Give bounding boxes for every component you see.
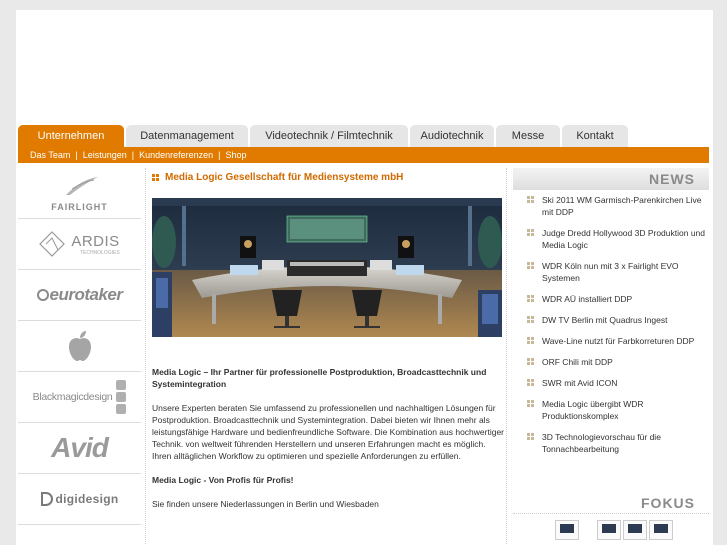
news-item[interactable]: WDR Köln nun mit 3 x Fairlight EVO Syste… [513, 260, 709, 284]
digidesign-d-icon [40, 492, 53, 506]
fairlight-logo[interactable]: FAIRLIGHT [18, 168, 141, 219]
tab-unternehmen[interactable]: Unternehmen [18, 125, 124, 147]
news-panel: NEWS Ski 2011 WM Garmisch-Parenkirchen L… [513, 168, 709, 464]
intro-body: Unsere Experten beraten Sie umfassend zu… [152, 403, 505, 461]
tab-messe[interactable]: Messe [496, 125, 560, 147]
fokus-thumbnail[interactable] [597, 520, 621, 540]
bullet-icon [527, 262, 534, 269]
page-title-text: Media Logic Gesellschaft für Mediensyste… [165, 172, 404, 183]
tab-audiotechnik[interactable]: Audiotechnik [410, 125, 494, 147]
news-item-label: WDR AÜ installiert DDP [542, 294, 633, 304]
main-content: Media Logic Gesellschaft für Mediensyste… [152, 172, 504, 509]
page: Unternehmen Datenmanagement Videotechnik… [16, 10, 713, 545]
avid-text: Avid [51, 432, 109, 463]
tab-kontakt[interactable]: Kontakt [562, 125, 628, 147]
subnav-shop[interactable]: Shop [226, 147, 247, 163]
apple-icon [68, 331, 91, 361]
bullet-icon [527, 337, 534, 344]
news-item[interactable]: Ski 2011 WM Garmisch-Parenkirchen Live m… [513, 194, 709, 218]
avid-logo[interactable]: Avid [18, 423, 141, 474]
news-item-label: 3D Technologievorschau für die Tonnachbe… [542, 432, 661, 454]
digidesign-text: digidesign [55, 492, 119, 506]
subnav-kundenreferenzen[interactable]: Kundenreferenzen [139, 147, 213, 163]
fokus-thumbnail[interactable] [649, 520, 673, 540]
eurotaker-text: eurotaker [49, 285, 123, 304]
fokus-thumbnail-group [597, 520, 673, 540]
fairlight-swoosh-icon [65, 176, 98, 195]
slogan: Media Logic - Von Profis für Profis! [152, 475, 294, 485]
news-item-label: Media Logic übergibt WDR Produktionskomp… [542, 399, 644, 421]
blackmagic-logo[interactable]: Blackmagicdesign [18, 372, 141, 423]
fokus-thumbnail[interactable] [623, 520, 647, 540]
bullet-icon [152, 174, 159, 181]
digidesign-logo[interactable]: digidesign [18, 474, 141, 525]
main-nav: Unternehmen Datenmanagement Videotechnik… [18, 125, 630, 147]
fokus-thumbnail[interactable] [555, 520, 579, 540]
subnav-separator: | [75, 150, 78, 160]
fokus-panel: FOKUS [513, 492, 709, 540]
bullet-icon [527, 433, 534, 440]
news-item-label: SWR mit Avid ICON [542, 378, 618, 388]
ardis-diamond-icon [39, 231, 66, 257]
fokus-heading: FOKUS [513, 492, 709, 514]
bullet-icon [527, 229, 534, 236]
news-item-label: WDR Köln nun mit 3 x Fairlight EVO Syste… [542, 261, 679, 283]
bullet-icon [527, 295, 534, 302]
news-item[interactable]: WDR AÜ installiert DDP [513, 293, 709, 305]
news-item[interactable]: Judge Dredd Hollywood 3D Produktion und … [513, 227, 709, 251]
eurotaker-logo[interactable]: eurotaker [18, 270, 141, 321]
partner-logos: FAIRLIGHT ARDIS TECHNOLOGIES eurotaker B… [18, 168, 141, 525]
news-heading: NEWS [513, 168, 709, 190]
news-item[interactable]: Wave-Line nutzt für Farbkorreturen DDP [513, 335, 709, 347]
tab-datenmanagement[interactable]: Datenmanagement [126, 125, 248, 147]
blackmagic-text: Blackmagicdesign [32, 391, 113, 403]
eurotaker-circle-icon [36, 289, 49, 301]
ardis-subtext: TECHNOLOGIES [79, 249, 120, 256]
column-divider [145, 168, 146, 545]
subnav-separator: | [218, 150, 221, 160]
news-item-label: DW TV Berlin mit Quadrus Ingest [542, 315, 668, 325]
news-list: Ski 2011 WM Garmisch-Parenkirchen Live m… [513, 190, 709, 455]
fokus-thumbnails [513, 514, 709, 540]
column-divider [506, 168, 507, 545]
bullet-icon [527, 400, 534, 407]
apple-logo[interactable] [18, 321, 141, 372]
news-item[interactable]: DW TV Berlin mit Quadrus Ingest [513, 314, 709, 326]
sub-nav: Das Team | Leistungen | Kundenreferenzen… [18, 147, 709, 163]
tab-videotechnik[interactable]: Videotechnik / Filmtechnik [250, 125, 408, 147]
blackmagic-squares-icon [116, 380, 127, 414]
intro-heading: Media Logic – Ihr Partner für profession… [152, 367, 487, 389]
locations-text: Sie finden unsere Niederlassungen in Ber… [152, 499, 379, 509]
ardis-logo[interactable]: ARDIS TECHNOLOGIES [18, 219, 141, 270]
subnav-leistungen[interactable]: Leistungen [83, 147, 127, 163]
news-item-label: Judge Dredd Hollywood 3D Produktion und … [542, 228, 706, 250]
news-item[interactable]: ORF Chili mit DDP [513, 356, 709, 368]
news-item-label: Wave-Line nutzt für Farbkorreturen DDP [542, 336, 695, 346]
news-item[interactable]: Media Logic übergibt WDR Produktionskomp… [513, 398, 709, 422]
news-item-label: Ski 2011 WM Garmisch-Parenkirchen Live m… [542, 195, 702, 217]
bullet-icon [527, 358, 534, 365]
intro-text: Media Logic – Ihr Partner für profession… [152, 366, 504, 522]
ardis-text: ARDIS [71, 232, 120, 250]
studio-image [152, 198, 502, 337]
subnav-das-team[interactable]: Das Team [30, 147, 70, 163]
subnav-separator: | [131, 150, 135, 160]
bullet-icon [527, 379, 534, 386]
bullet-icon [527, 316, 534, 323]
studio-photo [152, 198, 502, 337]
news-item[interactable]: SWR mit Avid ICON [513, 377, 709, 389]
news-item[interactable]: 3D Technologievorschau für die Tonnachbe… [513, 431, 709, 455]
bullet-icon [527, 196, 534, 203]
news-item-label: ORF Chili mit DDP [542, 357, 613, 367]
page-title: Media Logic Gesellschaft für Mediensyste… [152, 172, 502, 183]
fairlight-text: FAIRLIGHT [51, 201, 108, 212]
